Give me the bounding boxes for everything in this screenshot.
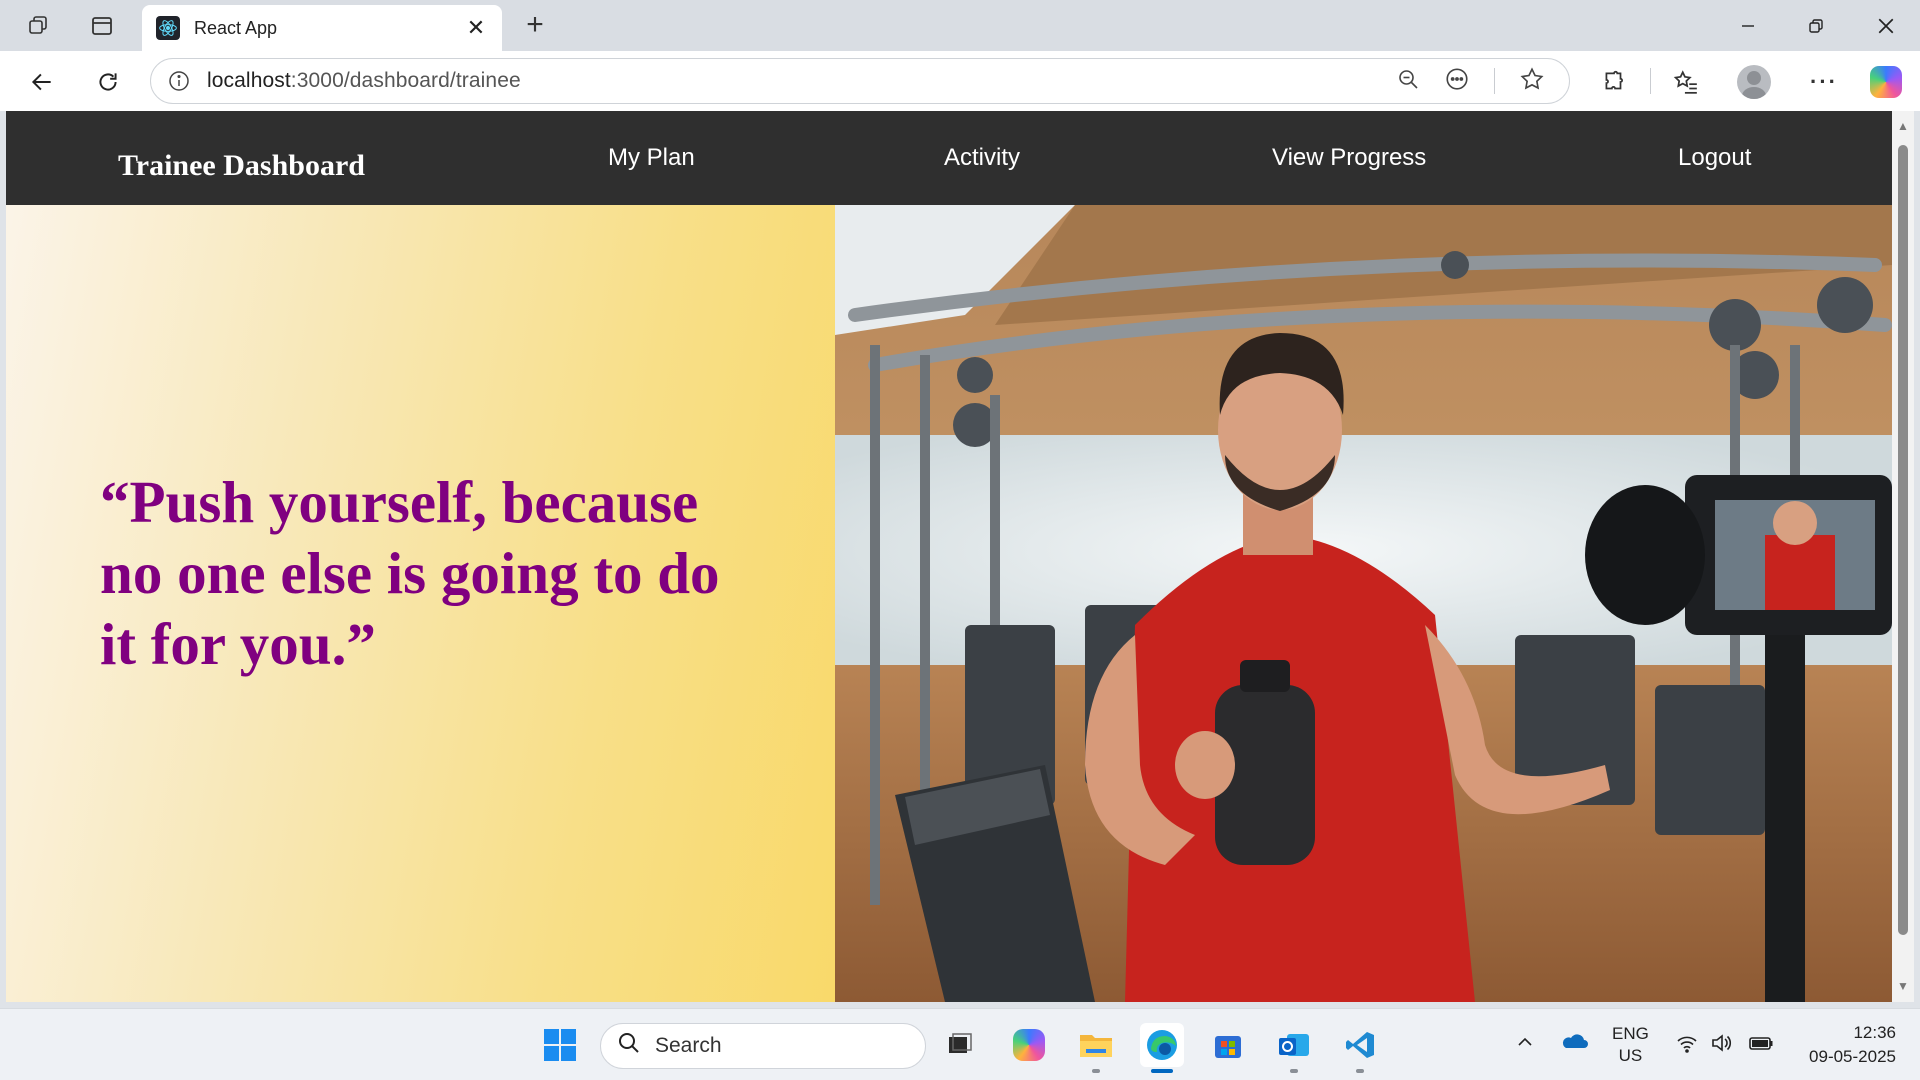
close-tab-icon[interactable]: ✕ — [464, 15, 488, 41]
volume-icon[interactable] — [1710, 1033, 1732, 1058]
reload-icon[interactable] — [90, 64, 126, 100]
vscode-icon[interactable] — [1338, 1023, 1382, 1073]
battery-icon[interactable] — [1748, 1033, 1774, 1058]
motivational-quote: “Push yourself, because no one else is g… — [100, 469, 720, 677]
toolbar-separator — [1650, 68, 1651, 94]
edge-browser-icon[interactable] — [1140, 1023, 1184, 1073]
browser-tab-bar: React App ✕ + — [0, 0, 1920, 51]
nav-my-plan[interactable]: My Plan — [608, 144, 695, 172]
quote-panel: “Push yourself, because no one else is g… — [6, 205, 835, 1002]
clock-time: 12:36 — [1853, 1023, 1896, 1042]
taskbar-search[interactable]: Search — [600, 1023, 926, 1069]
windows-start-icon[interactable] — [538, 1023, 582, 1067]
favorite-star-icon[interactable] — [1519, 66, 1545, 97]
page-viewport: Trainee Dashboard My Plan Activity View … — [6, 111, 1892, 1002]
url-path: :3000/dashboard/trainee — [290, 69, 521, 92]
tab-title: React App — [194, 17, 278, 38]
language-indicator[interactable]: ENG US — [1612, 1023, 1649, 1067]
tab-actions-icon[interactable] — [86, 10, 118, 42]
wifi-icon[interactable] — [1676, 1033, 1698, 1058]
extensions-icon[interactable] — [1596, 64, 1632, 100]
page-scrollbar[interactable]: ▲ ▼ — [1892, 111, 1914, 1002]
react-logo-icon — [156, 16, 180, 40]
nav-view-progress[interactable]: View Progress — [1272, 144, 1426, 172]
onedrive-icon[interactable] — [1560, 1031, 1588, 1056]
system-clock[interactable]: 12:36 09-05-2025 — [1790, 1021, 1896, 1069]
gym-photo-illustration — [835, 205, 1892, 1002]
zoom-out-icon[interactable] — [1396, 67, 1420, 96]
url-host: localhost — [207, 69, 291, 92]
address-separator — [1494, 68, 1495, 94]
clock-date: 09-05-2025 — [1809, 1047, 1896, 1066]
copilot-app-icon[interactable] — [1007, 1023, 1051, 1067]
scroll-up-icon[interactable]: ▲ — [1896, 119, 1910, 133]
nav-activity[interactable]: Activity — [944, 144, 1020, 172]
copilot-icon[interactable] — [1868, 64, 1904, 100]
search-icon — [617, 1031, 641, 1061]
scroll-down-icon[interactable]: ▼ — [1896, 979, 1910, 993]
windows-taskbar: Search ENG US 12:36 09-05-2025 — [0, 1008, 1920, 1080]
app-header: Trainee Dashboard My Plan Activity View … — [6, 111, 1892, 205]
browser-tab[interactable]: React App ✕ — [142, 5, 502, 51]
scrollbar-thumb[interactable] — [1898, 145, 1908, 935]
profile-avatar[interactable] — [1736, 64, 1772, 100]
site-info-icon[interactable] — [151, 69, 207, 93]
read-aloud-icon[interactable] — [1444, 66, 1470, 97]
address-bar[interactable]: localhost:3000/dashboard/trainee — [150, 58, 1570, 104]
brand-title: Trainee Dashboard — [118, 149, 365, 182]
url-text[interactable]: localhost:3000/dashboard/trainee — [207, 69, 1396, 93]
show-hidden-icons[interactable] — [1516, 1033, 1534, 1056]
workspaces-icon[interactable] — [22, 10, 54, 42]
search-placeholder: Search — [655, 1034, 722, 1057]
restore-button[interactable] — [1782, 0, 1850, 51]
close-window-button[interactable] — [1852, 0, 1920, 51]
region-code: US — [1618, 1046, 1643, 1065]
minimize-button[interactable] — [1714, 0, 1782, 51]
favorites-icon[interactable] — [1668, 64, 1704, 100]
microsoft-store-icon[interactable] — [1206, 1023, 1250, 1067]
new-tab-button[interactable]: + — [518, 9, 552, 43]
back-arrow-icon[interactable] — [24, 64, 60, 100]
browser-navbar: localhost:3000/dashboard/trainee ··· — [0, 51, 1920, 111]
nav-logout[interactable]: Logout — [1678, 144, 1751, 172]
file-explorer-icon[interactable] — [1074, 1023, 1118, 1073]
task-view-icon[interactable] — [938, 1023, 982, 1067]
outlook-icon[interactable] — [1272, 1023, 1316, 1073]
more-options-icon[interactable]: ··· — [1806, 64, 1842, 100]
gym-trainer-photo — [835, 205, 1892, 1002]
language-code: ENG — [1612, 1024, 1649, 1043]
